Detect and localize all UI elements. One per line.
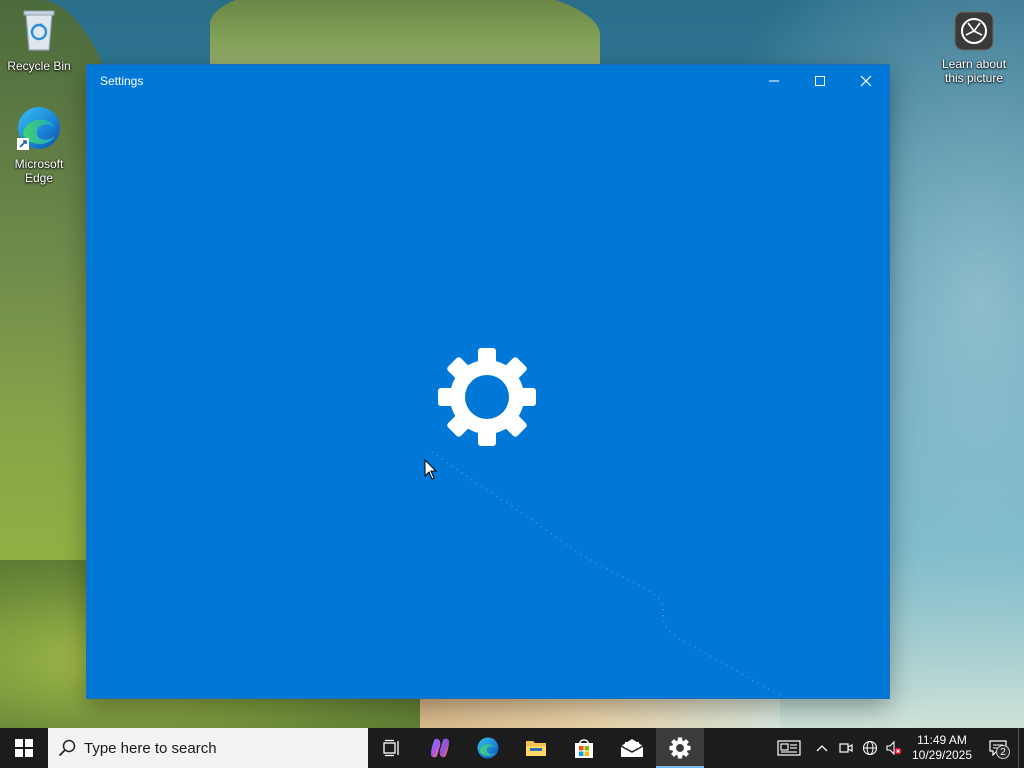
edge-icon: [477, 737, 499, 759]
desktop-icon-recycle-bin[interactable]: Recycle Bin: [1, 6, 77, 73]
meet-now-button[interactable]: [834, 728, 858, 768]
volume-button[interactable]: [882, 728, 906, 768]
gear-icon: [669, 737, 691, 759]
maximize-icon: [815, 76, 825, 86]
gear-icon: [437, 347, 537, 447]
copilot-icon: [431, 738, 449, 758]
network-icon: [862, 740, 878, 756]
edge-icon: [1, 104, 77, 155]
show-hidden-icons-button[interactable]: [810, 728, 834, 768]
recycle-bin-icon: [1, 6, 77, 57]
taskbar-clock[interactable]: 11:49 AM 10/29/2025: [906, 733, 978, 763]
system-tray: 11:49 AM 10/29/2025 2: [768, 728, 1024, 768]
action-center-button[interactable]: 2: [978, 728, 1018, 768]
show-desktop-button[interactable]: [1018, 728, 1024, 768]
taskbar-edge[interactable]: [464, 728, 512, 768]
taskbar-copilot[interactable]: [416, 728, 464, 768]
search-box[interactable]: Type here to search: [48, 728, 368, 768]
task-view-icon: [383, 739, 399, 757]
taskbar-store[interactable]: [560, 728, 608, 768]
meet-now-icon: [839, 743, 853, 753]
window-titlebar[interactable]: Settings: [87, 65, 889, 97]
clock-time: 11:49 AM: [917, 733, 967, 747]
windows-logo-icon: [15, 739, 33, 757]
close-icon: [860, 75, 872, 87]
notification-count-badge: 2: [996, 745, 1010, 759]
clock-date: 10/29/2025: [911, 748, 973, 762]
taskbar-file-explorer[interactable]: [512, 728, 560, 768]
desktop-icon-edge[interactable]: Microsoft Edge: [1, 104, 77, 185]
camera-lens-icon: [936, 10, 1012, 55]
desktop-icon-learn-about-picture[interactable]: Learn about this picture: [936, 10, 1012, 85]
network-button[interactable]: [858, 728, 882, 768]
taskbar-settings[interactable]: [656, 728, 704, 768]
search-placeholder: Type here to search: [84, 739, 217, 757]
store-icon: [575, 739, 593, 758]
taskbar-task-view[interactable]: [368, 728, 416, 768]
minimize-button[interactable]: [751, 65, 797, 97]
volume-muted-icon: [886, 740, 902, 756]
news-button[interactable]: [768, 728, 810, 768]
folder-icon: [526, 741, 546, 756]
desktop-icon-label: Learn about this picture: [941, 57, 1007, 85]
taskbar: Type here to search 11:49 AM 10/29/2025 …: [0, 728, 1024, 768]
search-icon: [58, 739, 76, 757]
minimize-icon: [769, 80, 779, 82]
maximize-button[interactable]: [797, 65, 843, 97]
news-icon: [777, 740, 801, 756]
mail-icon: [620, 739, 644, 757]
desktop-icon-label: Recycle Bin: [7, 59, 71, 73]
start-button[interactable]: [0, 728, 48, 768]
settings-window[interactable]: Settings: [87, 65, 889, 698]
window-title: Settings: [100, 74, 144, 88]
close-button[interactable]: [843, 65, 889, 97]
taskbar-mail[interactable]: [608, 728, 656, 768]
chevron-up-icon: [816, 745, 828, 752]
mouse-cursor-icon: [424, 458, 438, 486]
desktop-icon-label: Microsoft Edge: [14, 157, 64, 185]
